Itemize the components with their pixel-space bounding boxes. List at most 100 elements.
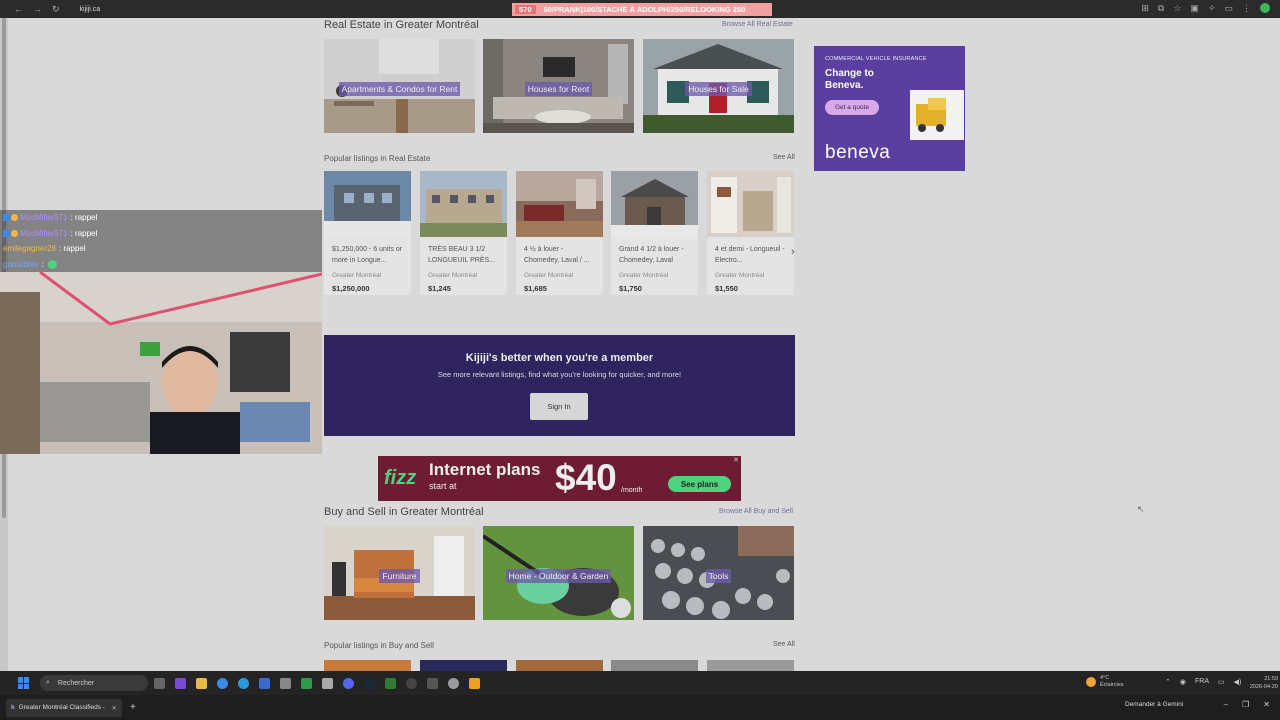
search-icon: ⌕	[46, 679, 50, 686]
windows-start-icon[interactable]	[18, 677, 30, 689]
listing-card[interactable]: $1,250,000 - 6 units or more in Longue..…	[324, 171, 411, 295]
obs-icon[interactable]	[406, 677, 417, 689]
fizz-per-month: /month	[621, 487, 643, 494]
listing-thumb[interactable]	[420, 660, 507, 671]
back-icon[interactable]: ←	[14, 4, 23, 15]
browser-tab-strip: k Greater Montréal Classifieds - ✕ + Dem…	[0, 695, 1280, 720]
translate-icon[interactable]: ⊞	[1141, 3, 1149, 14]
app-icon[interactable]	[385, 677, 396, 689]
popular-buy-sell-title: Popular listings in Buy and Sell	[324, 641, 434, 650]
ticker-count: 570	[515, 5, 536, 14]
listing-card[interactable]: 4 et demi - Longueuil - Electro... Great…	[707, 171, 794, 295]
app-icon[interactable]	[301, 677, 312, 689]
see-plans-button[interactable]: See plans	[668, 476, 731, 492]
emote-icon	[47, 259, 57, 269]
real-estate-title: Real Estate in Greater Montréal	[324, 19, 479, 31]
close-tab-icon[interactable]: ✕	[112, 704, 117, 712]
listing-title: 4 ½ à louer - Chomedey, Laval / ...	[524, 246, 590, 264]
browse-buy-sell-link[interactable]: Browse All Buy and Sell	[719, 508, 793, 515]
listing-price: $1,550	[715, 284, 738, 293]
reload-icon[interactable]: ↻	[52, 4, 60, 15]
chevron-up-icon[interactable]: ⌃	[1165, 678, 1171, 686]
category-label: Tools	[643, 566, 794, 584]
listing-thumb[interactable]	[611, 660, 698, 671]
new-tab-icon[interactable]: +	[130, 702, 136, 713]
category-houses-rent[interactable]: Houses for Rent	[483, 39, 634, 133]
category-home-outdoor-garden[interactable]: Home - Outdoor & Garden	[483, 526, 634, 620]
display-icon[interactable]: ▭	[1218, 678, 1225, 686]
truck-icon	[910, 90, 964, 140]
app-icon[interactable]	[469, 677, 480, 689]
browser-tab[interactable]: k Greater Montréal Classifieds - ✕	[6, 698, 122, 717]
file-explorer-icon[interactable]	[196, 677, 207, 689]
taskbar-search[interactable]: ⌕ Rechercher	[40, 675, 148, 691]
app-icon[interactable]	[427, 677, 438, 689]
app-icon[interactable]	[322, 677, 333, 689]
forward-icon[interactable]: →	[33, 4, 42, 15]
chat-username: MacMiller971	[20, 213, 68, 223]
see-all-real-estate-link[interactable]: See All	[773, 154, 795, 161]
taskbar-clock[interactable]: 21:59 2026-04-20	[1250, 675, 1278, 691]
extension-icon[interactable]: ▣	[1190, 3, 1199, 14]
fizz-logo: fizz	[384, 467, 417, 489]
beneva-headline: Change to Beneva.	[825, 68, 874, 91]
app-icon[interactable]	[175, 677, 186, 689]
puzzle-icon[interactable]: ✧	[1208, 3, 1216, 14]
sidebar-icon[interactable]: ▭	[1224, 3, 1233, 14]
carousel-next-icon[interactable]: ›	[791, 246, 795, 258]
steam-icon[interactable]	[364, 677, 375, 689]
stream-chat: MacMiller971 : rappel MacMiller971 : rap…	[0, 210, 322, 272]
mail-icon[interactable]	[259, 677, 270, 689]
see-all-buy-sell-link[interactable]: See All	[773, 641, 795, 648]
chrome-icon[interactable]	[217, 677, 228, 689]
category-furniture[interactable]: Furniture	[324, 526, 475, 620]
listing-card[interactable]: Grand 4 1/2 à louer - Chomedey, Laval Gr…	[611, 171, 698, 295]
category-houses-sale[interactable]: Houses for Sale	[643, 39, 794, 133]
browse-real-estate-link[interactable]: Browse All Real Estate	[722, 21, 793, 28]
fizz-price: $40	[555, 457, 617, 498]
sign-in-button[interactable]: Sign In	[530, 393, 588, 420]
address-bar[interactable]: kijiji.ca	[80, 6, 101, 13]
discord-icon[interactable]	[343, 677, 354, 689]
listing-thumb[interactable]	[324, 660, 411, 671]
beneva-ad-banner[interactable]: COMMERCIAL VEHICLE INSURANCE Change to B…	[814, 46, 965, 171]
listing-price: $1,750	[619, 284, 642, 293]
listing-card[interactable]: 4 ½ à louer - Chomedey, Laval / ... Grea…	[516, 171, 603, 295]
get-quote-button[interactable]: Get a quote	[825, 100, 879, 115]
kijiji-favicon-icon: k	[11, 704, 15, 711]
chat-message: MacMiller971 : rappel	[0, 225, 322, 241]
chat-username: grandbleu	[3, 259, 39, 269]
buy-sell-title: Buy and Sell in Greater Montréal	[324, 506, 484, 518]
fizz-headline: Internet plans	[429, 460, 541, 479]
listing-thumb[interactable]	[707, 660, 794, 671]
ad-close-icon[interactable]: ✕	[733, 456, 739, 464]
weather-widget[interactable]: 4°C Éclaircies	[1086, 675, 1124, 689]
category-label: Furniture	[324, 566, 475, 584]
listing-thumb[interactable]	[516, 660, 603, 671]
menu-icon[interactable]: ⋮	[1242, 3, 1251, 14]
listing-price: $1,685	[524, 284, 547, 293]
volume-icon[interactable]: ◀)	[1234, 678, 1242, 686]
edge-icon[interactable]	[238, 677, 249, 689]
chat-message: MacMiller971 : rappel	[0, 210, 322, 226]
category-apartments-condos[interactable]: Apartments & Condos for Rent	[324, 39, 475, 133]
star-icon[interactable]: ☆	[1173, 3, 1181, 14]
listing-price: $1,250,000	[332, 284, 370, 293]
ask-gemini-button[interactable]: Demander à Gemini	[1125, 701, 1183, 708]
app-icon[interactable]	[448, 677, 459, 689]
listing-card[interactable]: TRÈS BEAU 3 1/2 LONGUEUIL PRÈS... Greate…	[420, 171, 507, 295]
language-indicator[interactable]: FRA	[1195, 678, 1209, 686]
settings-icon[interactable]	[280, 677, 291, 689]
category-tools[interactable]: Tools	[643, 526, 794, 620]
close-window-icon[interactable]: ✕	[1263, 700, 1270, 709]
fizz-ad-banner[interactable]: fizz Internet plans start at $40 /month …	[378, 456, 741, 501]
member-heading: Kijiji's better when you're a member	[465, 352, 654, 364]
streamer-photo	[0, 272, 322, 454]
minimize-icon[interactable]: –	[1224, 700, 1228, 709]
restore-icon[interactable]: ❐	[1242, 700, 1249, 709]
task-view-icon[interactable]	[154, 677, 165, 689]
network-icon[interactable]: ◉	[1180, 678, 1186, 686]
listing-location: Greater Montréal	[332, 272, 382, 279]
share-icon[interactable]: ⧉	[1158, 3, 1164, 14]
profile-avatar[interactable]	[1260, 3, 1270, 13]
